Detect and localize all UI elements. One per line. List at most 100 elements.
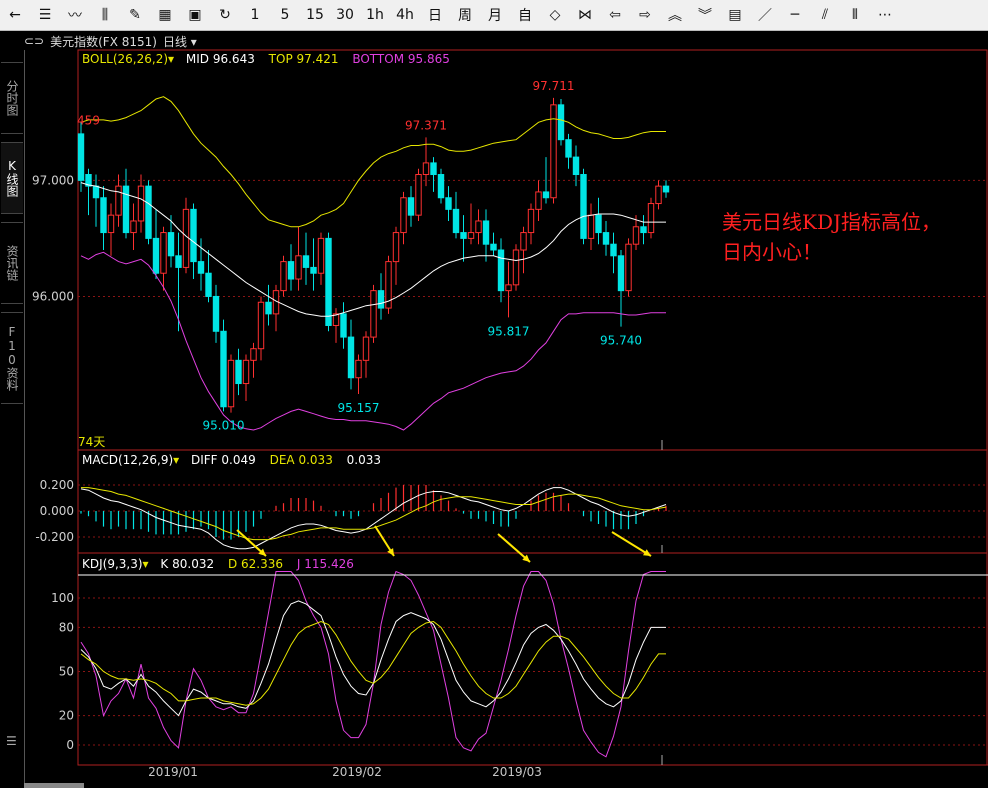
candle-body bbox=[475, 220, 482, 234]
candle-body bbox=[557, 104, 565, 141]
candle-body bbox=[197, 261, 205, 274]
candle-body bbox=[542, 191, 550, 199]
candle-body bbox=[452, 208, 460, 234]
boll-legend: BOLL(26,26,2)▾ MID 96.643 TOP 97.421 BOT… bbox=[82, 52, 450, 66]
chevron-down-icon[interactable]: ▾ bbox=[143, 557, 149, 571]
d-line bbox=[80, 620, 666, 706]
candle-body bbox=[625, 243, 632, 292]
y-tick-label: 0 bbox=[66, 738, 74, 752]
j-line bbox=[80, 570, 666, 758]
candle-body bbox=[355, 359, 362, 379]
scrollbar-thumb[interactable] bbox=[24, 783, 84, 788]
candle-body bbox=[175, 255, 182, 268]
low-label: 95.010 bbox=[203, 418, 245, 432]
k-line bbox=[80, 600, 666, 717]
candle-body bbox=[587, 214, 595, 239]
d-label: D bbox=[227, 557, 238, 571]
boll-top-label: TOP bbox=[268, 52, 293, 66]
analyst-annotation: 美元日线KDJ指标高位， 日内小心！ bbox=[722, 207, 941, 267]
edge-label: 459 bbox=[77, 113, 100, 127]
y-tick-label: 0.200 bbox=[40, 478, 74, 492]
candle-body bbox=[580, 174, 587, 239]
j-label: J bbox=[296, 557, 301, 571]
candle-body bbox=[617, 255, 625, 292]
boll-mid-value: 96.643 bbox=[212, 52, 255, 66]
candle-body bbox=[407, 197, 415, 216]
candle-body bbox=[302, 255, 310, 268]
y-tick-label: 80 bbox=[59, 620, 74, 634]
macd-value: 0.033 bbox=[346, 453, 382, 467]
candle-body bbox=[190, 208, 197, 263]
candle-body bbox=[520, 232, 527, 251]
candle-body bbox=[295, 255, 302, 280]
high-label: 97.371 bbox=[405, 118, 447, 132]
boll-bottom-value: 95.865 bbox=[407, 52, 450, 66]
candle-body bbox=[362, 336, 370, 361]
kdj-panel-border bbox=[77, 552, 988, 766]
boll-top-value: 97.421 bbox=[296, 52, 339, 66]
boll-mid-label: MID bbox=[185, 52, 210, 66]
k-label: K bbox=[160, 557, 169, 571]
diff-value: 0.049 bbox=[221, 453, 256, 467]
candle-body bbox=[565, 139, 572, 158]
candle-body bbox=[437, 174, 445, 199]
y-tick-label: 96.000 bbox=[32, 289, 74, 303]
candle-body bbox=[250, 348, 257, 361]
candle-body bbox=[445, 197, 452, 210]
kdj-legend: KDJ(9,3,3)▾ K 80.032 D 62.336 J 115.426 bbox=[82, 557, 354, 571]
candle-body bbox=[310, 266, 317, 274]
candle-body bbox=[287, 261, 295, 280]
candle-body bbox=[490, 243, 497, 251]
candle-body bbox=[122, 185, 130, 234]
candle-body bbox=[482, 220, 490, 245]
candle-body bbox=[242, 359, 250, 385]
macd-legend: MACD(12,26,9)▾ DIFF 0.049 DEA 0.033 0.03… bbox=[82, 453, 381, 467]
candle-body bbox=[325, 237, 332, 326]
macd-title: MACD(12,26,9) bbox=[82, 453, 174, 467]
candle-body bbox=[100, 197, 107, 234]
boll-bottom-label: BOTTOM bbox=[352, 52, 405, 66]
candle-body bbox=[467, 232, 475, 239]
y-tick-label: 50 bbox=[59, 665, 74, 679]
y-tick-label: -0.200 bbox=[35, 530, 74, 544]
candle-body bbox=[347, 336, 355, 379]
chart-area: 97.000 96.000 0.200 0.000 -0.200 100 80 50 20 0 95… bbox=[32, 49, 988, 779]
candle-body bbox=[392, 232, 400, 263]
diff-label: DIFF bbox=[191, 453, 218, 467]
chevron-down-icon[interactable]: ▾ bbox=[173, 453, 179, 467]
period-count-label: 74天 bbox=[78, 435, 106, 449]
candle-body bbox=[640, 226, 647, 234]
annotation-line-1: 美元日线KDJ指标高位， bbox=[722, 210, 941, 234]
candle-body bbox=[77, 133, 85, 181]
candle-body bbox=[227, 359, 235, 408]
low-label: 95.817 bbox=[488, 324, 530, 338]
candle-body bbox=[167, 232, 175, 257]
candle-body bbox=[415, 174, 422, 216]
x-tick-label: 2019/03 bbox=[492, 765, 542, 779]
candle-body bbox=[647, 203, 655, 234]
candle-body bbox=[340, 313, 347, 338]
diff-line bbox=[80, 487, 667, 550]
candle-body bbox=[610, 243, 617, 257]
candle-body bbox=[205, 272, 212, 297]
j-value: 115.426 bbox=[304, 557, 354, 571]
candle-body bbox=[602, 232, 610, 245]
candle-body bbox=[130, 220, 137, 234]
candle-body bbox=[535, 191, 542, 210]
candle-body bbox=[422, 162, 430, 176]
y-tick-label: 0.000 bbox=[40, 504, 74, 518]
candle-body bbox=[107, 214, 115, 234]
candle-body bbox=[182, 208, 190, 268]
candle-body bbox=[137, 185, 145, 222]
candle-body bbox=[152, 237, 160, 274]
chevron-down-icon[interactable]: ▾ bbox=[168, 52, 174, 66]
candle-body bbox=[527, 208, 535, 234]
candle-body bbox=[115, 185, 122, 216]
y-tick-label: 20 bbox=[59, 709, 74, 723]
candle-body bbox=[662, 185, 670, 193]
y-tick-label: 100 bbox=[51, 591, 74, 605]
candle-body bbox=[655, 185, 662, 205]
candle-body bbox=[505, 284, 512, 292]
candle-body bbox=[430, 162, 437, 176]
k-value: 80.032 bbox=[172, 557, 215, 571]
